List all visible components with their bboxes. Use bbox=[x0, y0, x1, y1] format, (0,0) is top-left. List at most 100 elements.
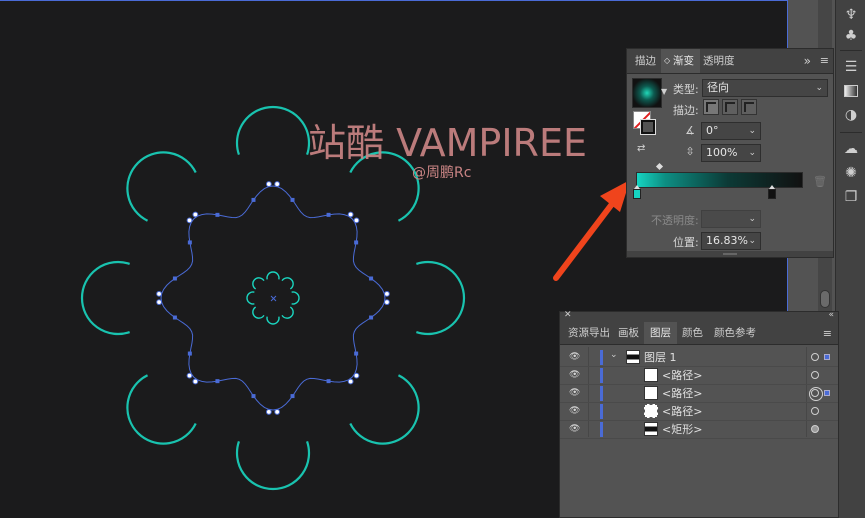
direction-handle[interactable] bbox=[192, 211, 199, 218]
tab-color[interactable]: 颜色 bbox=[676, 322, 709, 344]
anchor-point[interactable] bbox=[290, 197, 295, 202]
target-icon[interactable] bbox=[809, 387, 823, 401]
direction-handle[interactable] bbox=[353, 372, 360, 379]
target-icon[interactable] bbox=[811, 425, 819, 433]
layer-name[interactable]: 图层 1 bbox=[644, 349, 677, 366]
inner-petal-arc bbox=[281, 306, 294, 319]
fill-stroke-icon[interactable] bbox=[633, 111, 659, 137]
direction-handle[interactable] bbox=[347, 378, 354, 385]
direction-handle[interactable] bbox=[347, 211, 354, 218]
type-select[interactable]: 径向 ⌄ bbox=[702, 79, 828, 97]
anchor-point[interactable] bbox=[172, 315, 177, 320]
direction-handle[interactable] bbox=[186, 372, 193, 379]
anchor-point[interactable] bbox=[369, 315, 374, 320]
direction-handle[interactable] bbox=[274, 409, 281, 415]
visibility-eye-icon[interactable]: 👁 bbox=[569, 407, 581, 416]
gradient-slider[interactable] bbox=[636, 172, 803, 188]
direction-handle[interactable] bbox=[274, 181, 281, 187]
direction-handle[interactable] bbox=[265, 181, 272, 187]
layer-name[interactable]: <路径> bbox=[662, 403, 702, 420]
opacity-field[interactable]: ⌄ bbox=[701, 210, 761, 228]
tab-layers[interactable]: 图层 bbox=[644, 322, 677, 344]
collapse-icon[interactable]: « bbox=[828, 310, 834, 320]
visibility-eye-icon[interactable]: 👁 bbox=[569, 389, 581, 398]
tab-transparency[interactable]: 透明度 bbox=[697, 49, 741, 73]
tab-asset-export[interactable]: 资源导出 bbox=[562, 322, 616, 344]
appearance-icon[interactable]: ✺ bbox=[842, 164, 860, 182]
anchor-point[interactable] bbox=[187, 351, 192, 356]
panel-resize-handle[interactable] bbox=[627, 251, 833, 257]
direction-handle[interactable] bbox=[353, 217, 360, 224]
gradient-icon[interactable] bbox=[842, 82, 860, 100]
anchor-point[interactable] bbox=[354, 240, 359, 245]
layer-row[interactable]: 👁 <路径> bbox=[560, 385, 838, 403]
direction-handle[interactable] bbox=[186, 217, 193, 224]
anchor-point[interactable] bbox=[215, 379, 220, 384]
club-icon[interactable]: ♣ bbox=[842, 27, 860, 45]
layer-row[interactable]: 👁 <路径> bbox=[560, 367, 838, 385]
anchor-point[interactable] bbox=[251, 394, 256, 399]
layer-color-bar bbox=[600, 386, 603, 401]
selection-indicator[interactable] bbox=[824, 354, 830, 360]
cc-libraries-icon[interactable]: ☁ bbox=[842, 140, 860, 158]
anchor-point[interactable] bbox=[290, 394, 295, 399]
stroke-swatch[interactable] bbox=[640, 119, 656, 135]
graphic-styles-icon[interactable]: ❐ bbox=[842, 188, 860, 206]
anchor-point[interactable] bbox=[187, 240, 192, 245]
gradient-swatch-icon[interactable] bbox=[632, 78, 662, 108]
close-icon[interactable]: ✕ bbox=[564, 310, 572, 320]
scrollbar-thumb[interactable] bbox=[820, 290, 830, 308]
anchor-point[interactable] bbox=[172, 276, 177, 281]
anchor-point[interactable] bbox=[369, 276, 374, 281]
layer-row[interactable]: 👁 <路径> bbox=[560, 403, 838, 421]
visibility-eye-icon[interactable]: 👁 bbox=[569, 371, 581, 380]
stroke-within-button[interactable] bbox=[703, 99, 719, 115]
angle-icon: ∡ bbox=[685, 124, 695, 137]
target-icon[interactable] bbox=[811, 371, 819, 379]
gradient-stop-end[interactable] bbox=[768, 185, 776, 199]
layer-name[interactable]: <矩形> bbox=[662, 421, 702, 438]
anchor-point[interactable] bbox=[326, 212, 331, 217]
tab-stroke[interactable]: 描边 bbox=[629, 49, 662, 73]
chevron-down-icon[interactable]: ▼ bbox=[661, 87, 667, 96]
tab-artboards[interactable]: 画板 bbox=[612, 322, 645, 344]
tab-gradient[interactable]: ◇ 渐变 bbox=[661, 49, 700, 73]
collapse-icon[interactable]: » bbox=[804, 49, 811, 73]
selection-indicator[interactable] bbox=[824, 390, 830, 396]
stroke-across-button[interactable] bbox=[741, 99, 757, 115]
aspect-ratio-field[interactable]: 100% ⌄ bbox=[701, 144, 761, 162]
target-icon[interactable] bbox=[811, 353, 819, 361]
layer-name[interactable]: <路径> bbox=[662, 385, 702, 402]
anchor-point[interactable] bbox=[354, 351, 359, 356]
target-icon[interactable] bbox=[811, 407, 819, 415]
angle-field[interactable]: 0° ⌄ bbox=[701, 122, 761, 140]
anchor-point[interactable] bbox=[215, 212, 220, 217]
panel-menu-icon[interactable]: ≡ bbox=[823, 322, 832, 346]
gradient-stop-start[interactable] bbox=[633, 185, 641, 199]
layer-row[interactable]: 👁 <矩形> bbox=[560, 421, 838, 439]
transparency-icon[interactable]: ◑ bbox=[842, 106, 860, 124]
delete-stop-icon[interactable]: 🗑 bbox=[813, 175, 827, 188]
direction-handle[interactable] bbox=[156, 290, 162, 297]
location-field[interactable]: 16.83% ⌄ bbox=[701, 232, 761, 250]
reverse-gradient-icon[interactable]: ⇄ bbox=[637, 143, 655, 157]
visibility-eye-icon[interactable]: 👁 bbox=[569, 353, 581, 362]
chevron-down-icon[interactable]: ⌄ bbox=[610, 350, 618, 360]
tab-color-guide[interactable]: 颜色参考 bbox=[708, 322, 762, 344]
direction-handle[interactable] bbox=[384, 290, 390, 297]
stroke-along-button[interactable] bbox=[722, 99, 738, 115]
anchor-point[interactable] bbox=[251, 197, 256, 202]
inner-petal-arc bbox=[281, 277, 294, 290]
direction-handle[interactable] bbox=[265, 409, 272, 415]
anchor-point[interactable] bbox=[326, 379, 331, 384]
layer-name[interactable]: <路径> bbox=[662, 367, 702, 384]
direction-handle[interactable] bbox=[384, 299, 390, 306]
gradient-midpoint[interactable] bbox=[655, 162, 664, 171]
properties-icon[interactable]: ☰ bbox=[842, 58, 860, 76]
puppet-icon[interactable]: ♆ bbox=[842, 6, 860, 24]
panel-menu-icon[interactable]: ≡ bbox=[820, 49, 829, 73]
visibility-eye-icon[interactable]: 👁 bbox=[569, 425, 581, 434]
direction-handle[interactable] bbox=[192, 378, 199, 385]
direction-handle[interactable] bbox=[156, 299, 162, 306]
layer-row[interactable]: 👁 ⌄ 图层 1 bbox=[560, 349, 838, 367]
